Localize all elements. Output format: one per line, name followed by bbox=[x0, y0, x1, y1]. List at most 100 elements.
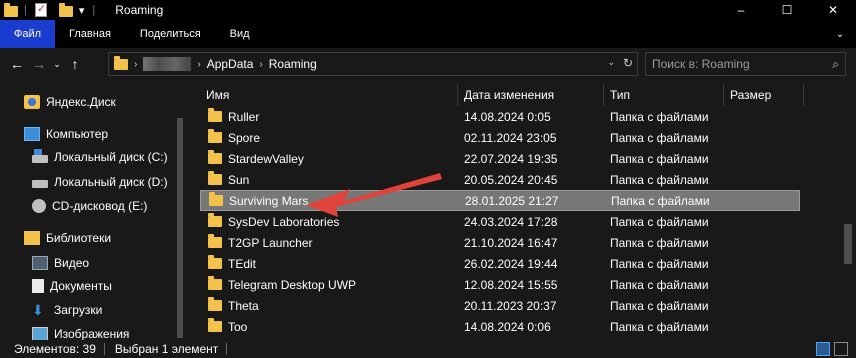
breadcrumb-separator[interactable]: › bbox=[134, 59, 137, 70]
file-type: Папка с файлами bbox=[610, 172, 709, 187]
nav-item-libraries[interactable]: Библиотеки bbox=[24, 227, 111, 249]
folder-icon bbox=[209, 192, 223, 206]
file-list-scrollbar[interactable] bbox=[840, 84, 856, 340]
file-name: SysDev Laboratories bbox=[228, 214, 340, 229]
cd-drive-icon bbox=[32, 199, 46, 213]
large-icons-view-icon[interactable] bbox=[834, 342, 848, 356]
folder-icon bbox=[114, 55, 128, 70]
nav-item-computer[interactable]: Компьютер bbox=[24, 123, 108, 145]
status-bar: Элементов: 39 Выбран 1 элемент bbox=[0, 340, 856, 358]
nav-item-downloads[interactable]: ⬇ Загрузки bbox=[32, 299, 102, 321]
details-view-icon[interactable] bbox=[816, 342, 830, 356]
file-type: Папка с файлами bbox=[610, 151, 709, 166]
nav-item-drive-c[interactable]: Локальный диск (C:) bbox=[32, 146, 168, 168]
minimize-button[interactable]: – bbox=[718, 0, 764, 20]
search-box[interactable]: ⌕ bbox=[645, 52, 846, 76]
table-row[interactable]: Surviving Mars 28.01.2025 21:27 Папка с фа… bbox=[200, 190, 800, 211]
nav-item-documents[interactable]: Документы bbox=[32, 275, 112, 297]
breadcrumb-separator[interactable]: › bbox=[197, 59, 200, 70]
nav-item-label: Компьютер bbox=[46, 127, 109, 141]
file-name-cell: Telegram Desktop UWP bbox=[200, 276, 458, 292]
nav-item-label: Библиотеки bbox=[46, 231, 112, 245]
folder-icon bbox=[4, 3, 20, 17]
file-list: Ruller 14.08.2024 0:05 Папка с файлами Spor… bbox=[200, 106, 810, 340]
nav-pane-scrollbar[interactable] bbox=[176, 80, 184, 340]
drive-icon bbox=[32, 180, 48, 188]
address-bar[interactable]: › › AppData › Roaming ⌄ ↻ bbox=[108, 52, 638, 76]
column-date-modified[interactable]: Дата изменения bbox=[458, 84, 604, 106]
close-button[interactable]: ✕ bbox=[810, 0, 856, 20]
scrollbar-thumb[interactable] bbox=[844, 224, 852, 264]
file-type: Папка с файлами bbox=[610, 319, 709, 334]
nav-item-cd-drive[interactable]: CD-дисковод (E:) bbox=[32, 195, 147, 217]
nav-item-video[interactable]: Видео bbox=[32, 252, 89, 274]
folder-icon bbox=[208, 234, 222, 248]
new-folder-icon[interactable] bbox=[58, 3, 75, 17]
nav-item-label: Локальный диск (C:) bbox=[54, 150, 168, 164]
computer-icon bbox=[24, 127, 40, 141]
nav-item-drive-d[interactable]: Локальный диск (D:) bbox=[32, 171, 168, 193]
scrollbar-thumb[interactable] bbox=[177, 118, 183, 338]
nav-item-yandex-disk[interactable]: Яндекс.Диск bbox=[24, 91, 116, 113]
folder-icon bbox=[208, 150, 222, 164]
back-button[interactable]: ← bbox=[6, 53, 28, 75]
file-name: Spore bbox=[228, 130, 261, 145]
table-row[interactable]: Spore 02.11.2024 23:05 Папка с файлами bbox=[200, 127, 800, 148]
table-row[interactable]: SysDev Laboratories 24.03.2024 17:28 Папка… bbox=[200, 211, 800, 232]
table-row[interactable]: T2GP Launcher 21.10.2024 16:47 Папка с фай… bbox=[200, 232, 800, 253]
system-drive-icon bbox=[32, 149, 48, 163]
column-name[interactable]: Имя bbox=[200, 84, 458, 106]
column-date-label: Дата изменения bbox=[464, 88, 555, 102]
table-row[interactable]: Telegram Desktop UWP 12.08.2024 15:55 Папк… bbox=[200, 274, 800, 295]
divider: | bbox=[24, 4, 27, 16]
file-name-cell: T2GP Launcher bbox=[200, 234, 458, 250]
navigation-bar: ← → ⌄ ↑ › › AppData › Roaming ⌄ ↻ ⌕ bbox=[0, 48, 856, 80]
refresh-icon[interactable]: ↻ bbox=[623, 56, 633, 70]
search-icon[interactable]: ⌕ bbox=[832, 57, 839, 72]
table-row[interactable]: Too 14.08.2024 0:06 Папка с файлами bbox=[200, 316, 800, 337]
title-bar: | ▾ | Roaming – ☐ ✕ bbox=[0, 0, 856, 20]
table-row[interactable]: StardewValley 22.07.2024 19:35 Папка с фай… bbox=[200, 148, 800, 169]
file-name-cell: Ruller bbox=[200, 108, 458, 124]
quick-access-dropdown-icon[interactable]: ▾ bbox=[79, 4, 85, 17]
tab-view[interactable]: Вид bbox=[214, 20, 263, 48]
forward-button[interactable]: → bbox=[28, 53, 50, 75]
search-input[interactable] bbox=[652, 57, 822, 71]
maximize-button[interactable]: ☐ bbox=[764, 0, 810, 20]
tab-home[interactable]: Главная bbox=[55, 20, 124, 48]
table-row[interactable]: TEdit 26.02.2024 19:44 Папка с файлами bbox=[200, 253, 800, 274]
expand-ribbon-icon[interactable]: ⌄ bbox=[832, 26, 848, 42]
table-row[interactable]: Sun 20.05.2024 20:45 Папка с файлами bbox=[200, 169, 800, 190]
tab-file[interactable]: Файл bbox=[0, 20, 56, 48]
file-name: Sun bbox=[228, 172, 250, 187]
file-type: Папка с файлами bbox=[610, 298, 709, 313]
recent-locations-icon[interactable]: ⌄ bbox=[50, 53, 64, 75]
navigation-pane: Яндекс.Диск Компьютер Локальный диск (C:… bbox=[0, 80, 186, 340]
file-date: 12.08.2024 15:55 bbox=[464, 277, 558, 292]
window-title: Roaming bbox=[115, 3, 164, 17]
tab-share[interactable]: Поделиться bbox=[124, 20, 214, 48]
file-type: Папка с файлами bbox=[610, 214, 709, 229]
table-row[interactable]: Ruller 14.08.2024 0:05 Папка с файлами bbox=[200, 106, 800, 127]
nav-item-images[interactable]: Изображения bbox=[32, 323, 129, 340]
breadcrumb-roaming[interactable]: Roaming bbox=[269, 57, 317, 71]
breadcrumb-appdata[interactable]: AppData bbox=[207, 57, 254, 71]
address-dropdown-icon[interactable]: ⌄ bbox=[607, 57, 615, 68]
video-icon bbox=[32, 256, 48, 270]
column-size[interactable]: Размер bbox=[724, 84, 804, 106]
up-button[interactable]: ↑ bbox=[64, 53, 86, 75]
column-headers: Имя Дата изменения Тип Размер bbox=[200, 84, 810, 106]
file-date: 24.03.2024 17:28 bbox=[464, 214, 558, 229]
properties-icon[interactable] bbox=[34, 2, 51, 17]
table-row[interactable]: Theta 20.11.2023 20:37 Папка с файлами bbox=[200, 295, 800, 316]
breadcrumb-separator[interactable]: › bbox=[259, 59, 262, 70]
file-name-cell: Surviving Mars bbox=[201, 192, 459, 208]
folder-icon bbox=[208, 129, 222, 143]
redacted-breadcrumb bbox=[143, 57, 192, 71]
ribbon-tabs: Файл Главная Поделиться Вид ⌄ bbox=[0, 20, 856, 48]
column-type[interactable]: Тип bbox=[604, 84, 724, 106]
file-name-cell: StardewValley bbox=[200, 150, 458, 166]
file-name-cell: Spore bbox=[200, 129, 458, 145]
folder-icon bbox=[208, 171, 222, 185]
documents-icon bbox=[32, 279, 44, 293]
